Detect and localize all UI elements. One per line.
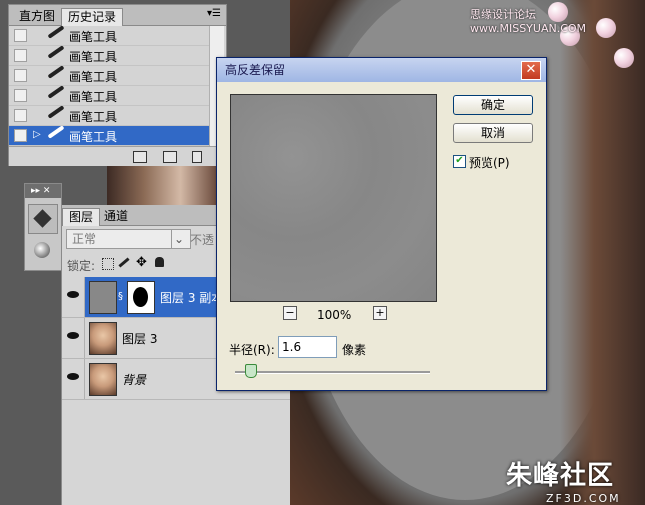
history-item-label: 画笔工具 — [69, 90, 118, 104]
history-panel: 直方图 历史记录 ▾☰ 画笔工具 画笔工具 画笔工具 画笔工具 画笔工具 ▷ 画笔… — [8, 4, 227, 166]
brush-icon — [47, 65, 65, 79]
tab-history[interactable]: 历史记录 — [61, 8, 124, 26]
layers-icon — [33, 209, 52, 228]
layer-mask-thumbnail[interactable] — [127, 281, 155, 314]
history-footer — [9, 146, 226, 166]
close-icon: ✕ — [525, 62, 537, 77]
chain-link-icon[interactable]: § — [118, 291, 123, 302]
radius-label: 半径(R): — [229, 343, 275, 357]
layer-name[interactable]: 背景 — [122, 371, 146, 388]
dialog-title: 高反差保留 — [225, 63, 286, 77]
high-pass-dialog: 高反差保留 ✕ − 100% + 确定 取消 ✔ 预览(P) 半径(R): 1.… — [216, 57, 547, 391]
history-source-checkbox[interactable] — [14, 109, 27, 122]
zoom-level: 100% — [317, 308, 352, 322]
eye-icon — [67, 373, 79, 380]
hair-area — [560, 0, 645, 505]
history-item-label: 画笔工具 — [69, 110, 118, 124]
history-item[interactable]: 画笔工具 — [9, 85, 209, 106]
tab-layers[interactable]: 图层 — [62, 208, 101, 226]
history-item-label: 画笔工具 — [69, 130, 118, 144]
watermark-brand: 朱峰社区 ZF3D.COM — [506, 455, 621, 505]
history-source-checkbox[interactable] — [14, 49, 27, 62]
layer-thumbnail — [89, 281, 117, 314]
visibility-toggle[interactable] — [62, 359, 85, 399]
history-item-label: 画笔工具 — [69, 70, 118, 84]
trash-icon[interactable] — [192, 151, 202, 163]
radius-input[interactable]: 1.6 — [278, 336, 337, 358]
radius-slider-thumb[interactable] — [245, 364, 257, 378]
history-item[interactable]: 画笔工具 — [9, 105, 209, 126]
history-item-label: 画笔工具 — [69, 30, 118, 44]
cancel-button[interactable]: 取消 — [453, 123, 533, 143]
lock-all-icon[interactable] — [155, 257, 164, 267]
eye-icon — [67, 332, 79, 339]
filter-preview[interactable] — [230, 94, 437, 302]
history-tabbar: 直方图 历史记录 ▾☰ — [9, 5, 226, 26]
history-source-checkbox[interactable] — [14, 29, 27, 42]
channels-icon — [34, 242, 50, 258]
zoom-out-button[interactable]: − — [283, 306, 297, 320]
new-document-from-state-icon[interactable] — [133, 151, 147, 163]
brush-icon — [47, 45, 65, 59]
opacity-label: 不透 — [190, 233, 215, 247]
tab-channels[interactable]: 通道 — [98, 208, 134, 225]
lock-label: 锁定: — [67, 259, 96, 273]
mask-shape — [133, 287, 148, 307]
layer-thumbnail — [89, 322, 117, 355]
lock-paint-icon[interactable] — [118, 257, 130, 268]
history-item-label: 画笔工具 — [69, 50, 118, 64]
snapshot-camera-icon[interactable] — [163, 151, 177, 163]
preview-checkbox[interactable]: ✔ — [453, 155, 466, 168]
photo-strip — [107, 165, 217, 205]
radius-slider-track[interactable] — [235, 371, 430, 374]
history-source-checkbox[interactable] — [14, 129, 27, 142]
dock-header[interactable]: ▸▸ ✕ — [25, 184, 61, 198]
ok-button[interactable]: 确定 — [453, 95, 533, 115]
history-source-checkbox[interactable] — [14, 69, 27, 82]
watermark-top: 思缘设计论坛 www.MISSYUAN.COM — [470, 8, 587, 35]
history-source-checkbox[interactable] — [14, 89, 27, 102]
layer-name[interactable]: 图层 3 — [122, 330, 157, 347]
eye-icon — [67, 291, 79, 298]
layers-panel-button[interactable] — [28, 204, 58, 234]
unit-label: 像素 — [342, 343, 367, 357]
brush-icon — [47, 25, 65, 39]
watermark-brand-name: 朱峰社区 — [506, 461, 615, 491]
layer-name[interactable]: 图层 3 副本 — [160, 289, 223, 306]
dialog-titlebar[interactable]: 高反差保留 — [217, 58, 546, 82]
history-item[interactable]: 画笔工具 — [9, 45, 209, 66]
visibility-toggle[interactable] — [62, 318, 85, 358]
history-item-current[interactable]: ▷ 画笔工具 — [9, 125, 209, 146]
lock-move-icon[interactable]: ✥ — [136, 255, 147, 270]
brush-icon — [47, 85, 65, 99]
history-item[interactable]: 画笔工具 — [9, 25, 209, 46]
layer-thumbnail — [89, 363, 117, 396]
tab-histogram[interactable]: 直方图 — [13, 8, 61, 25]
panel-menu-icon[interactable]: ▾☰ — [207, 8, 221, 19]
preview-label[interactable]: 预览(P) — [469, 154, 510, 171]
watermark-brand-url: ZF3D.COM — [546, 492, 621, 505]
history-state-arrow-icon: ▷ — [33, 129, 41, 140]
visibility-toggle[interactable] — [62, 277, 85, 317]
brush-icon — [47, 105, 65, 119]
pearl-decoration — [614, 48, 634, 68]
brush-icon — [47, 125, 65, 139]
panel-dock: ▸▸ ✕ — [24, 183, 62, 271]
close-button[interactable]: ✕ — [521, 61, 541, 80]
chevron-down-icon[interactable]: ⌄ — [171, 229, 186, 249]
lock-transparent-icon[interactable] — [102, 258, 114, 270]
channels-panel-button[interactable] — [28, 238, 56, 266]
history-item[interactable]: 画笔工具 — [9, 65, 209, 86]
zoom-in-button[interactable]: + — [373, 306, 387, 320]
